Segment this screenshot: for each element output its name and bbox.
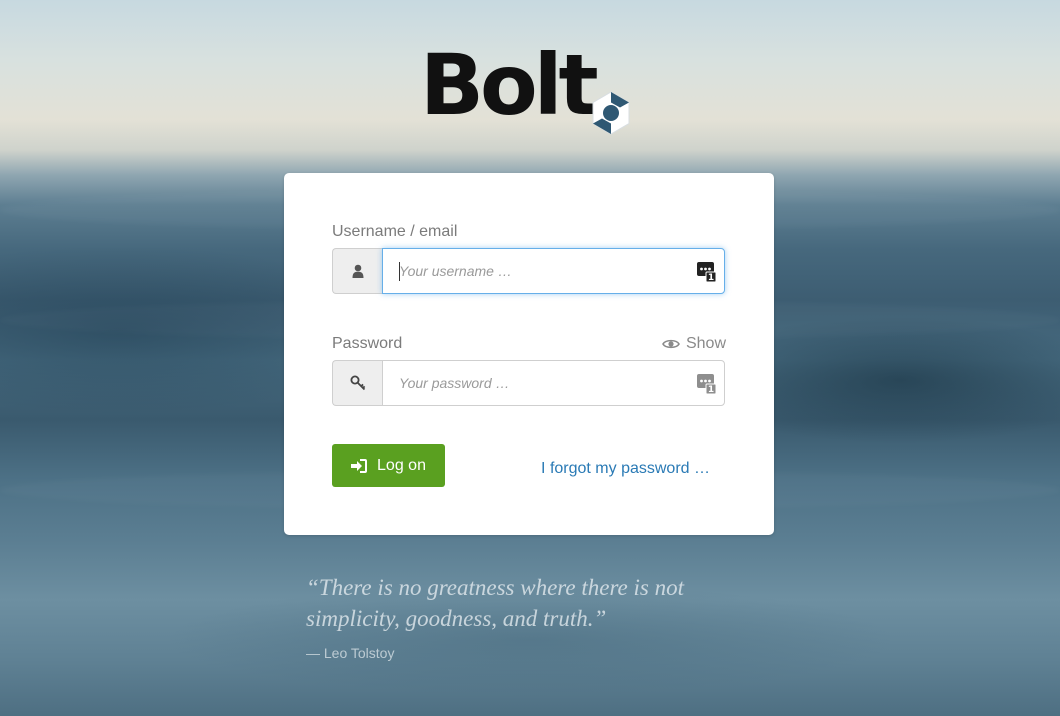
sign-in-icon [351,458,368,473]
username-addon [332,248,382,294]
password-manager-badge: 1 [708,273,714,282]
login-card: Username / email 1 [284,173,774,535]
password-input[interactable] [383,361,724,405]
password-addon [332,360,382,406]
logo-wordmark: Bolt [420,36,599,134]
password-input-group: 1 [332,360,725,406]
username-field[interactable]: 1 [382,248,725,294]
log-on-label: Log on [377,456,426,474]
eye-icon [662,339,680,349]
quote-author: — Leo Tolstoy [306,645,395,661]
password-field[interactable]: 1 [382,360,725,406]
show-password-toggle[interactable]: Show [662,335,726,353]
quote-text: “There is no greatness where there is no… [306,575,684,631]
password-manager-icon[interactable]: 1 [697,374,716,394]
hexagon-bolt-icon [592,91,630,135]
password-manager-icon[interactable]: 1 [697,262,716,282]
key-icon [350,375,365,391]
show-password-label: Show [685,335,726,352]
user-icon [352,264,363,278]
forgot-password-link[interactable]: I forgot my password … [541,460,710,478]
username-label: Username / email [332,223,458,240]
username-input[interactable] [383,249,724,293]
password-manager-badge: 1 [708,385,714,394]
username-input-group: 1 [332,248,725,294]
password-label: Password [332,335,403,352]
text-caret [399,262,400,281]
login-page: Bolt Username / email Your username … 1 … [0,0,1060,716]
log-on-button[interactable]: Log on [332,444,445,487]
bolt-logo: Bolt [420,40,640,140]
